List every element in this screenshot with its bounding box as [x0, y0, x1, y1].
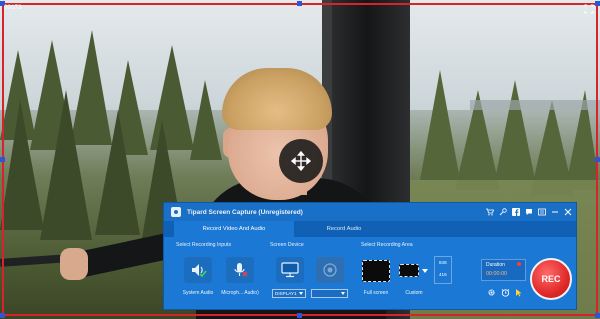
- full-screen-label: Full screen: [363, 290, 389, 296]
- area-width-input[interactable]: 848: [439, 260, 447, 265]
- custom-label: Custom: [405, 290, 423, 296]
- microphone-button[interactable]: [226, 257, 254, 283]
- move-arrows-icon: [291, 151, 311, 171]
- move-region-handle[interactable]: [279, 139, 323, 183]
- cursor-settings-button[interactable]: [514, 288, 523, 297]
- tab-record-video-and-audio[interactable]: Record Video And Audio: [174, 221, 294, 237]
- system-audio-button[interactable]: [184, 257, 212, 283]
- minimize-icon[interactable]: [550, 207, 559, 216]
- webcam-select[interactable]: [311, 289, 348, 298]
- full-screen-button[interactable]: [362, 260, 390, 282]
- custom-area-button[interactable]: [399, 264, 419, 277]
- app-logo-icon: [171, 207, 181, 217]
- screen-device-heading: Screen Device: [270, 242, 304, 248]
- area-height-input[interactable]: 416: [439, 272, 447, 277]
- cart-icon[interactable]: [485, 207, 494, 216]
- custom-area-dropdown-icon[interactable]: [422, 269, 428, 273]
- system-audio-label: System Audio: [182, 290, 214, 296]
- webcam-button[interactable]: [316, 257, 344, 283]
- recording-indicator: [517, 262, 521, 266]
- recording-area-heading: Select Recording Area: [361, 242, 413, 248]
- key-icon[interactable]: [498, 207, 507, 216]
- chat-icon[interactable]: [524, 207, 533, 216]
- duration-value: 00:00:00: [486, 271, 507, 277]
- monitor-icon: [281, 262, 299, 278]
- chevron-down-icon: [341, 292, 345, 295]
- facebook-icon[interactable]: [511, 207, 520, 216]
- display-select-value: DISPLAY1: [275, 291, 297, 296]
- resize-handle-bottom-left[interactable]: [0, 313, 5, 318]
- close-icon[interactable]: [563, 207, 572, 216]
- microphone-label: Microph... Audio): [221, 290, 259, 296]
- region-counter-label: 00173: [4, 5, 22, 11]
- cursor-icon: [516, 289, 522, 297]
- mode-tabs: Record Video And Audio Record Audio: [164, 221, 576, 237]
- settings-button[interactable]: [487, 288, 496, 297]
- title-bar[interactable]: Tipard Screen Capture (Unregistered): [164, 203, 576, 221]
- alarm-clock-icon: [501, 289, 510, 297]
- resize-handle-left[interactable]: [0, 157, 5, 162]
- gear-icon: [488, 289, 495, 296]
- display-button[interactable]: [276, 257, 304, 283]
- app-title: Tipard Screen Capture (Unregistered): [187, 208, 303, 216]
- resize-handle-bottom[interactable]: [297, 313, 302, 318]
- titlebar-controls: [485, 207, 572, 216]
- menu-icon[interactable]: [537, 207, 546, 216]
- tab-record-audio[interactable]: Record Audio: [294, 221, 394, 237]
- resize-handle-top-right[interactable]: [595, 1, 600, 6]
- microphone-icon: [234, 263, 248, 277]
- speaker-icon: [192, 264, 207, 278]
- recording-inputs-heading: Select Recording Inputs: [176, 242, 232, 248]
- expand-icon[interactable]: [584, 4, 594, 14]
- rec-button[interactable]: REC: [530, 258, 572, 300]
- duration-label: Duration: [486, 262, 505, 268]
- resize-handle-bottom-right[interactable]: [595, 313, 600, 318]
- display-select[interactable]: DISPLAY1: [272, 289, 306, 298]
- chevron-down-icon: [299, 292, 303, 295]
- resize-handle-top[interactable]: [297, 1, 302, 6]
- schedule-button[interactable]: [501, 288, 510, 297]
- resize-handle-right[interactable]: [595, 157, 600, 162]
- webcam-icon: [323, 263, 337, 277]
